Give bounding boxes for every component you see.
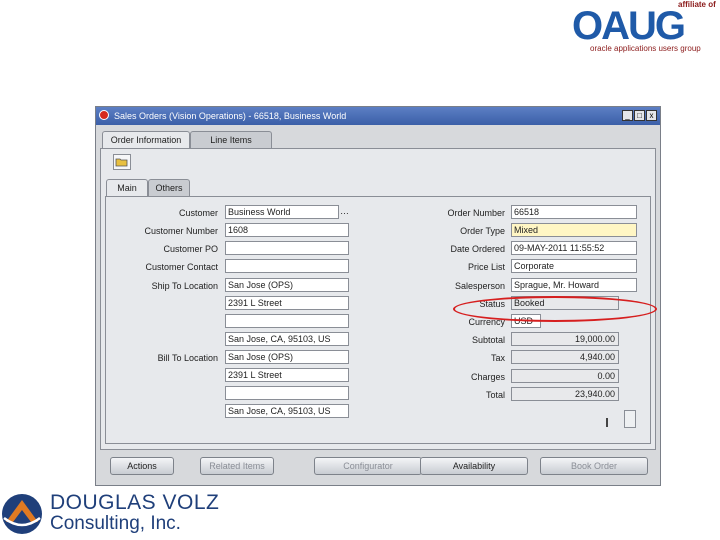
charges-field: 0.00 — [511, 369, 619, 383]
subtotal-label: Subtotal — [471, 335, 505, 345]
customer-po-label: Customer PO — [163, 244, 218, 254]
bill-to-line-2[interactable]: 2391 L Street — [225, 368, 349, 382]
tax-field: 4,940.00 — [511, 350, 619, 364]
tab-line-items[interactable]: Line Items — [190, 131, 272, 149]
close-button[interactable]: x — [646, 110, 657, 121]
order-number-field[interactable]: 66518 — [511, 205, 637, 219]
customer-contact-field[interactable] — [225, 259, 349, 273]
tax-label: Tax — [490, 353, 505, 363]
related-items-button[interactable]: Related Items — [200, 457, 274, 475]
date-ordered-field[interactable]: 09-MAY-2011 11:55:52 — [511, 241, 637, 255]
tab-others[interactable]: Others — [148, 179, 190, 197]
actions-button[interactable]: Actions — [110, 457, 174, 475]
subtotal-field: 19,000.00 — [511, 332, 619, 346]
order-type-label: Order Type — [460, 226, 505, 236]
douglas-volz-name: DOUGLAS VOLZ — [50, 491, 220, 514]
oracle-icon — [99, 110, 109, 120]
tab-main[interactable]: Main — [106, 179, 148, 197]
oaug-subtitle: oracle applications users group — [590, 44, 701, 53]
tab-order-information[interactable]: Order Information — [102, 131, 190, 149]
ship-to-line-4[interactable]: San Jose, CA, 95103, US — [225, 332, 349, 346]
ship-to-line-1[interactable]: San Jose (OPS) — [225, 278, 349, 292]
button-bar: Actions Related Items Configurator Avail… — [110, 457, 650, 475]
salesperson-label: Salesperson — [454, 281, 505, 291]
price-list-field[interactable]: Corporate — [511, 259, 637, 273]
ship-to-label: Ship To Location — [151, 281, 218, 291]
salesperson-field[interactable]: Sprague, Mr. Howard — [511, 278, 637, 292]
status-highlight-ellipse — [453, 296, 657, 322]
bill-to-label: Bill To Location — [157, 353, 218, 363]
availability-button[interactable]: Availability — [420, 457, 528, 475]
minimize-button[interactable]: _ — [622, 110, 633, 121]
book-order-button[interactable]: Book Order — [540, 457, 648, 475]
folder-icon[interactable] — [113, 154, 131, 170]
configurator-button[interactable]: Configurator — [314, 457, 422, 475]
maximize-button[interactable]: □ — [634, 110, 645, 121]
customer-field[interactable]: Business World — [225, 205, 339, 219]
window-title: Sales Orders (Vision Operations) - 66518… — [114, 111, 347, 121]
customer-number-label: Customer Number — [144, 226, 218, 236]
total-label: Total — [485, 390, 505, 400]
customer-label: Customer — [178, 208, 218, 218]
order-number-label: Order Number — [447, 208, 505, 218]
price-list-label: Price List — [467, 262, 505, 272]
order-type-field[interactable]: Mixed — [511, 223, 637, 237]
descriptive-flexfield-box[interactable] — [624, 410, 636, 428]
window-title-bar: Sales Orders (Vision Operations) - 66518… — [96, 107, 660, 125]
customer-number-field[interactable]: 1608 — [225, 223, 349, 237]
customer-contact-label: Customer Contact — [145, 262, 218, 272]
bill-to-line-3[interactable] — [225, 386, 349, 400]
ship-to-line-2[interactable]: 2391 L Street — [225, 296, 349, 310]
oaug-logo: OAUG — [572, 4, 686, 48]
cursor-marker — [606, 418, 608, 427]
customer-po-field[interactable] — [225, 241, 349, 255]
charges-label: Charges — [470, 372, 505, 382]
total-field: 23,940.00 — [511, 387, 619, 401]
douglas-volz-logo-mark — [2, 494, 42, 534]
bill-to-line-4[interactable]: San Jose, CA, 95103, US — [225, 404, 349, 418]
douglas-volz-tagline: Consulting, Inc. — [50, 513, 181, 534]
date-ordered-label: Date Ordered — [450, 244, 505, 254]
bill-to-line-1[interactable]: San Jose (OPS) — [225, 350, 349, 364]
ship-to-line-3[interactable] — [225, 314, 349, 328]
customer-lov-button[interactable]: … — [340, 205, 350, 219]
